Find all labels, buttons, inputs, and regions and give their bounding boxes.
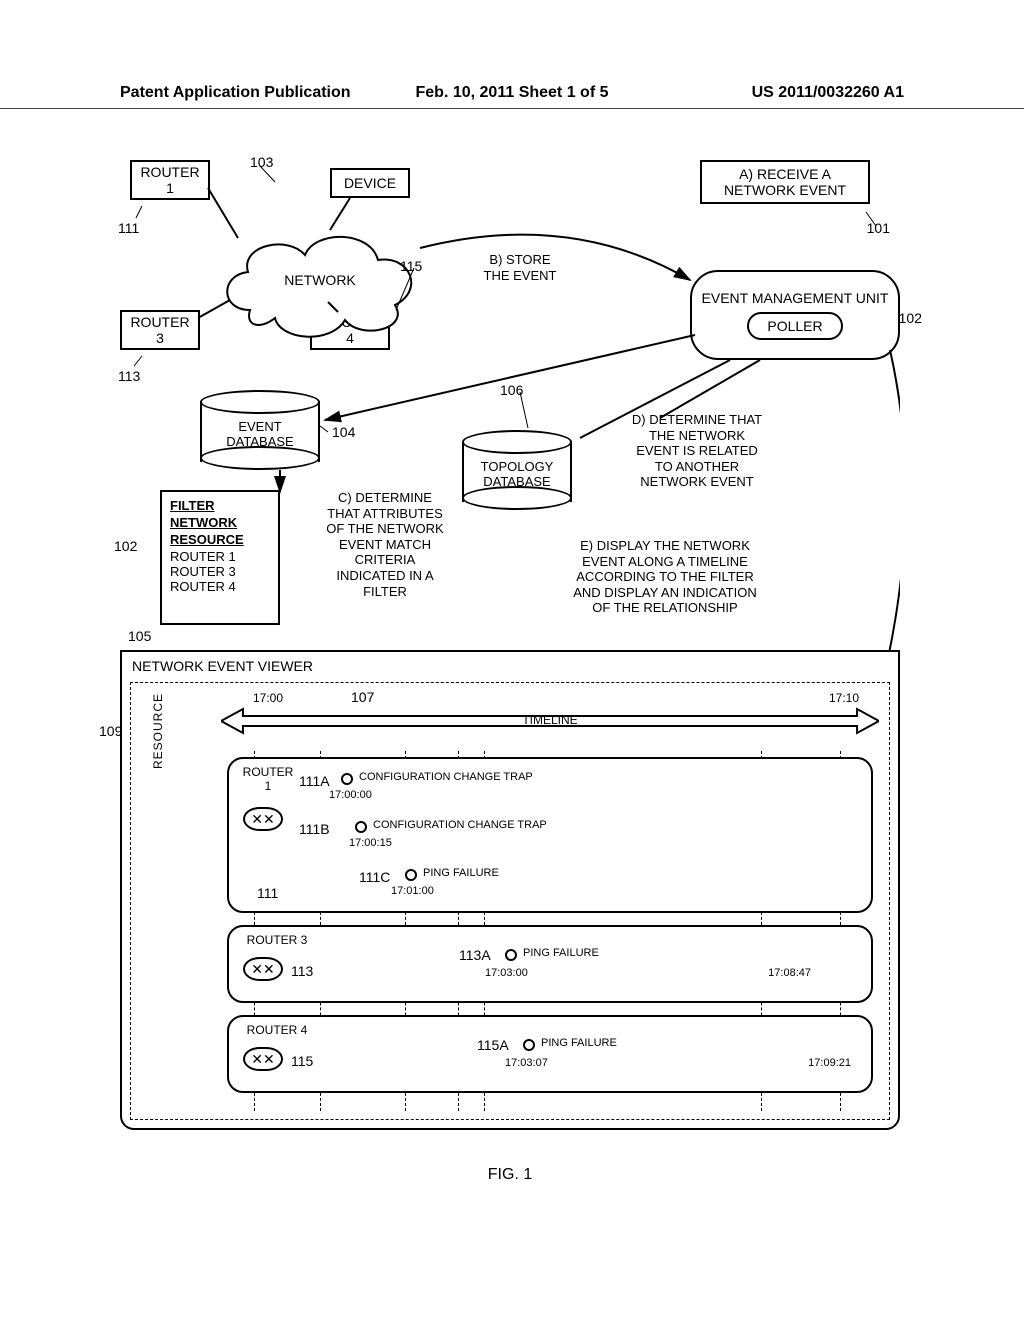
ref-101: 101 <box>867 220 890 236</box>
topology-db-label: TOPOLOGY DATABASE <box>462 460 572 490</box>
header-rule <box>0 108 1024 109</box>
ref-103: 103 <box>250 154 273 170</box>
event-115a-end-time: 17:09:21 <box>808 1057 851 1069</box>
router-icon: ✕✕ <box>243 807 283 831</box>
topology-database: TOPOLOGY DATABASE <box>462 430 572 510</box>
event-115a-label: PING FAILURE <box>541 1037 617 1049</box>
event-dot <box>505 949 517 961</box>
figure-label: FIG. 1 <box>488 1166 532 1184</box>
ref-115A: 115A <box>477 1037 509 1053</box>
event-111c-time: 17:01:00 <box>391 885 434 897</box>
router-1-label: ROUTER 1 <box>140 164 199 196</box>
viewer-inner: RESOURCE 109 17:00 17:10 107 TIMELINE <box>130 682 890 1120</box>
lane-router-1: ROUTER 1 ✕✕ 111 111A CONFIGURATION CHANG… <box>227 757 873 913</box>
lane-name-r1: ROUTER 1 <box>237 765 299 793</box>
timeline-label: TIMELINE <box>522 713 577 727</box>
ref-107: 107 <box>351 689 374 705</box>
lane-router-4: ROUTER 4 ✕✕ 115 115A PING FAILURE 17:03:… <box>227 1015 873 1093</box>
ref-111B: 111B <box>299 821 330 837</box>
timeline-start: 17:00 <box>253 691 283 705</box>
pub-left: Patent Application Publication <box>120 84 351 102</box>
step-b-text: B) STORE THE EVENT <box>484 252 557 283</box>
page-header: Patent Application Publication Feb. 10, … <box>0 84 1024 102</box>
event-dot <box>355 821 367 833</box>
device-label: DEVICE <box>344 175 396 191</box>
timeline-grid: ROUTER 1 ✕✕ 111 111A CONFIGURATION CHANG… <box>221 751 879 1111</box>
poller-label: POLLER <box>767 318 822 334</box>
filter-row: ROUTER 4 <box>170 579 270 594</box>
lane-name-r4: ROUTER 4 <box>237 1023 317 1037</box>
step-e-text: E) DISPLAY THE NETWORK EVENT ALONG A TIM… <box>573 538 757 615</box>
emu-title: EVENT MANAGEMENT UNIT <box>702 290 889 306</box>
figure-1: ROUTER 1 DEVICE ROUTER 3 ROUTER 4 NETWOR… <box>120 160 900 1160</box>
router-3-label: ROUTER 3 <box>130 314 189 346</box>
router-icon: ✕✕ <box>243 1047 283 1071</box>
event-dot <box>341 773 353 785</box>
filter-col1: NETWORK <box>170 515 270 530</box>
resource-axis-label: RESOURCE <box>151 693 165 769</box>
timeline-header: 17:00 17:10 107 TIMELINE <box>221 691 879 751</box>
ref-111A: 111A <box>299 773 330 789</box>
event-115a-time: 17:03:07 <box>505 1057 548 1069</box>
step-e-label: E) DISPLAY THE NETWORK EVENT ALONG A TIM… <box>550 538 780 616</box>
lane-name-r3: ROUTER 3 <box>237 933 317 947</box>
ref-105: 105 <box>128 628 151 644</box>
filter-col2: RESOURCE <box>170 532 270 547</box>
ref-102: 102 <box>899 310 922 326</box>
router-icon: ✕✕ <box>243 957 283 981</box>
filter-row: ROUTER 1 <box>170 549 270 564</box>
network-label: NETWORK <box>210 272 430 288</box>
ref-102b: 102 <box>114 538 137 554</box>
event-dot <box>405 869 417 881</box>
viewer-title: NETWORK EVENT VIEWER <box>122 652 898 680</box>
ref-113-icon: 113 <box>291 963 313 979</box>
lane-router-3: ROUTER 3 ✕✕ 113 113A PING FAILURE 17:03:… <box>227 925 873 1003</box>
step-c-label: C) DETERMINE THAT ATTRIBUTES OF THE NETW… <box>310 490 460 599</box>
event-113a-label: PING FAILURE <box>523 947 599 959</box>
event-111a-label: CONFIGURATION CHANGE TRAP <box>359 771 533 783</box>
ref-109: 109 <box>99 723 122 739</box>
router-1-box: ROUTER 1 <box>130 160 210 200</box>
poller-box: POLLER <box>747 312 842 340</box>
event-113a-time: 17:03:00 <box>485 967 528 979</box>
step-d-label: D) DETERMINE THAT THE NETWORK EVENT IS R… <box>612 412 782 490</box>
event-dot <box>523 1039 535 1051</box>
network-event-viewer: NETWORK EVENT VIEWER RESOURCE 109 17:00 … <box>120 650 900 1130</box>
filter-heading: FILTER <box>170 498 270 513</box>
router-3-box: ROUTER 3 <box>120 310 200 350</box>
step-c-text: C) DETERMINE THAT ATTRIBUTES OF THE NETW… <box>326 490 443 599</box>
timeline-end: 17:10 <box>829 691 859 705</box>
event-113a-end-time: 17:08:47 <box>768 967 811 979</box>
filter-panel: FILTER NETWORK RESOURCE ROUTER 1 ROUTER … <box>160 490 280 625</box>
ref-106: 106 <box>500 382 523 398</box>
network-cloud: NETWORK <box>210 220 430 350</box>
event-db-label: EVENT DATABASE <box>200 420 320 450</box>
step-a-label: A) RECEIVE A NETWORK EVENT <box>724 166 846 198</box>
ref-104: 104 <box>332 424 355 440</box>
event-database: EVENT DATABASE <box>200 390 320 470</box>
event-111b-label: CONFIGURATION CHANGE TRAP <box>373 819 547 831</box>
step-b-label: B) STORE THE EVENT <box>470 252 570 283</box>
ref-113: 113 <box>118 368 140 384</box>
ref-115-icon: 115 <box>291 1053 313 1069</box>
ref-111-icon: 111 <box>257 885 278 901</box>
step-a-box: A) RECEIVE A NETWORK EVENT <box>700 160 870 204</box>
ref-111: 111 <box>118 220 139 236</box>
event-111a-time: 17:00:00 <box>329 789 372 801</box>
event-management-unit: EVENT MANAGEMENT UNIT POLLER <box>690 270 900 360</box>
ref-115: 115 <box>400 258 422 274</box>
pub-center: Feb. 10, 2011 Sheet 1 of 5 <box>416 84 609 102</box>
event-111b-time: 17:00:15 <box>349 837 392 849</box>
ref-111C: 111C <box>359 869 390 885</box>
device-box: DEVICE <box>330 168 410 198</box>
step-d-text: D) DETERMINE THAT THE NETWORK EVENT IS R… <box>632 412 762 489</box>
pub-right: US 2011/0032260 A1 <box>752 84 904 102</box>
filter-row: ROUTER 3 <box>170 564 270 579</box>
ref-113A: 113A <box>459 947 491 963</box>
event-111c-label: PING FAILURE <box>423 867 499 879</box>
